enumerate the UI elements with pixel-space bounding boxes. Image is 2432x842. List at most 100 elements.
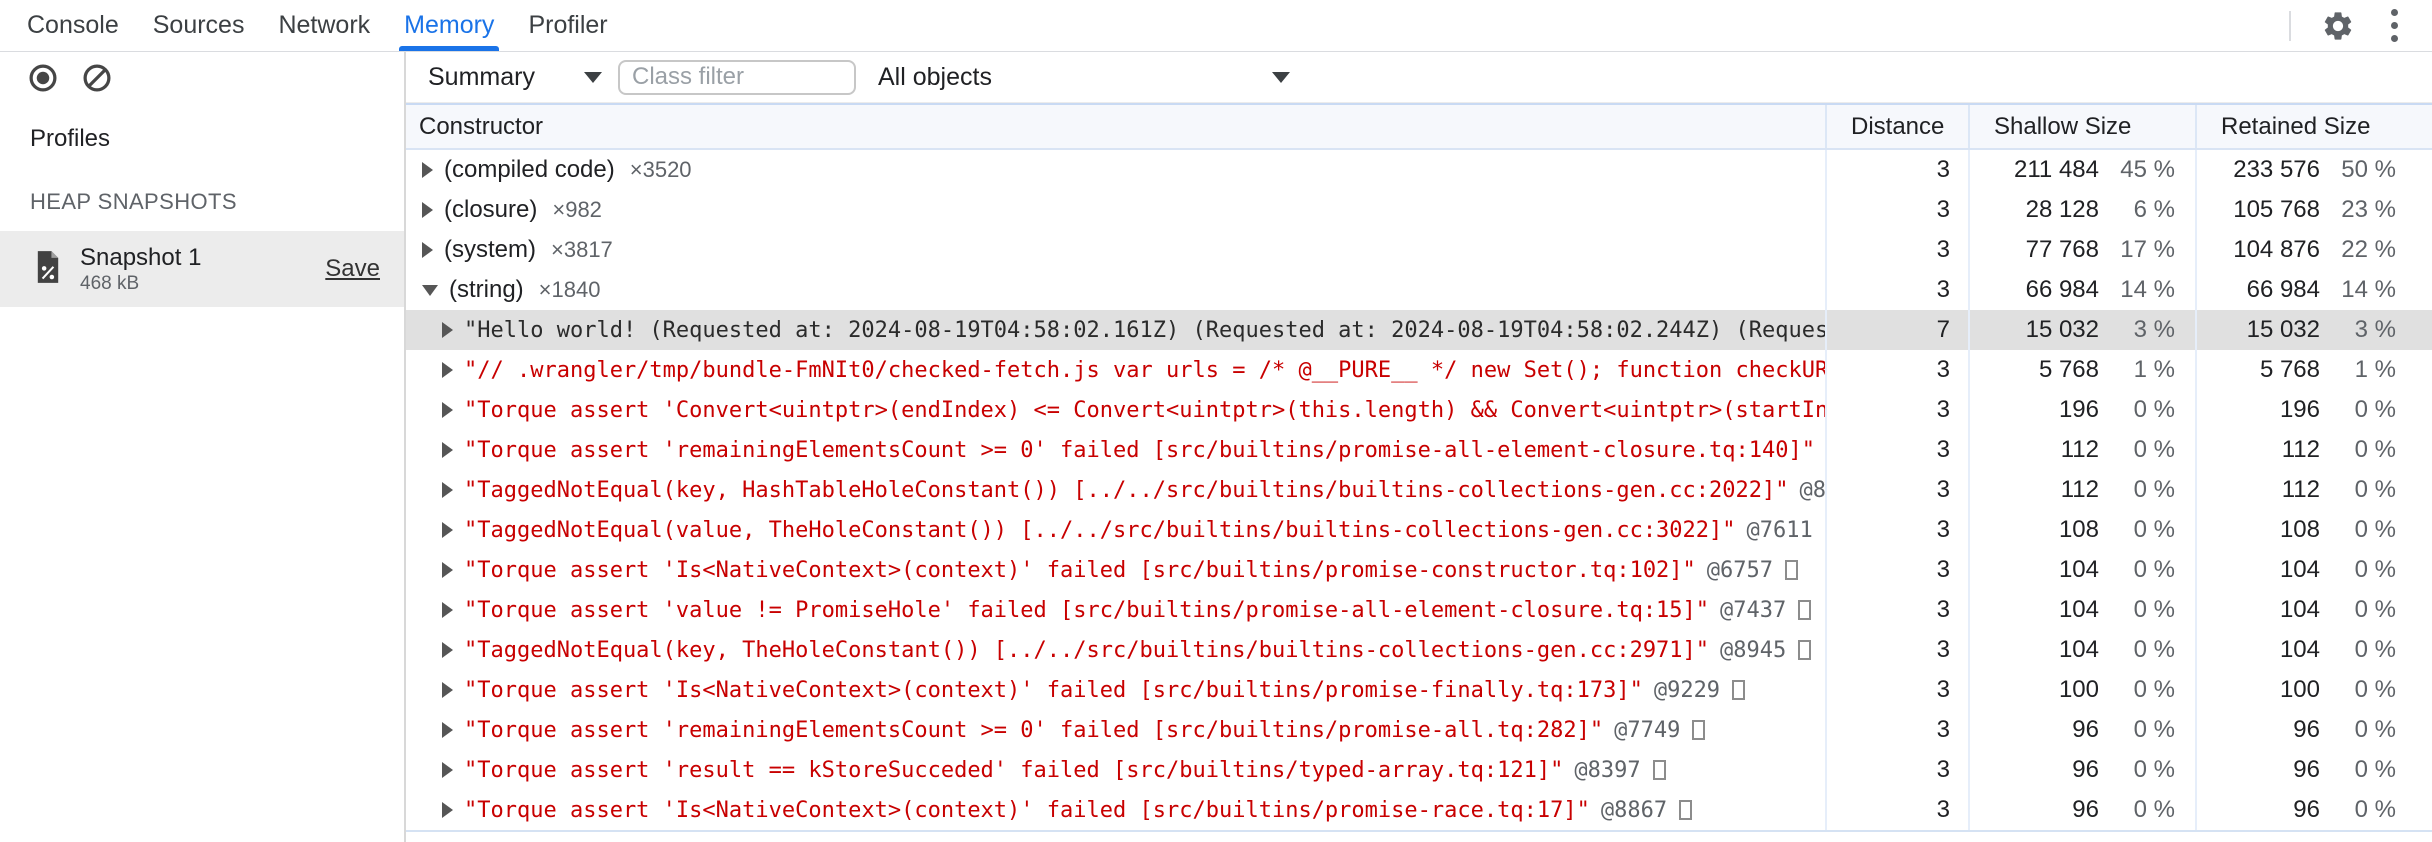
disclosure-triangle-icon[interactable] <box>442 442 453 458</box>
objects-scope-value: All objects <box>878 62 992 91</box>
disclosure-triangle-icon[interactable] <box>442 402 453 418</box>
object-preview-box-icon <box>1692 720 1706 740</box>
cell-retained-size: 96 0 % <box>2195 710 2432 750</box>
table-row[interactable]: "Torque assert 'Is<NativeContext>(contex… <box>406 790 2432 830</box>
constructor-cell: (compiled code) ×3520 <box>406 150 1825 190</box>
disclosure-triangle-icon[interactable] <box>442 602 453 618</box>
cell-retained-size: 15 032 3 % <box>2195 310 2432 350</box>
retained-value: 5 768 <box>2259 356 2320 383</box>
table-row[interactable]: "Torque assert 'Is<NativeContext>(contex… <box>406 670 2432 710</box>
table-row[interactable]: "Torque assert 'remainingElementsCount >… <box>406 430 2432 470</box>
retained-percent: 0 % <box>2354 716 2396 743</box>
table-row[interactable]: "Hello world! (Requested at: 2024-08-19T… <box>406 310 2432 350</box>
table-row[interactable]: (compiled code) ×3520 3 211 484 45 % 233… <box>406 150 2432 190</box>
table-row[interactable]: "Torque assert 'value != PromiseHole' fa… <box>406 590 2432 630</box>
retained-percent: 0 % <box>2354 756 2396 783</box>
class-filter-input[interactable] <box>618 59 856 95</box>
disclosure-triangle-icon[interactable] <box>442 522 453 538</box>
cell-shallow-size: 96 0 % <box>1968 710 2195 750</box>
row-count: ×3817 <box>551 237 613 262</box>
tab-profiler[interactable]: Profiler <box>511 0 624 51</box>
object-preview-box-icon <box>1652 760 1666 780</box>
cell-shallow-size: 5 768 1 % <box>1968 350 2195 390</box>
table-row[interactable]: "Torque assert 'Convert<uintptr>(endInde… <box>406 390 2432 430</box>
table-row[interactable]: (string) ×1840 3 66 984 14 % 66 984 14 % <box>406 270 2432 310</box>
tab-sources[interactable]: Sources <box>136 0 262 51</box>
shallow-value: 196 <box>2058 396 2099 423</box>
toolbar-divider <box>2289 10 2291 41</box>
retained-value: 15 032 <box>2246 316 2320 343</box>
cell-shallow-size: 96 0 % <box>1968 750 2195 790</box>
disclosure-triangle-icon[interactable] <box>442 722 453 738</box>
table-row[interactable]: "Torque assert 'Is<NativeContext>(contex… <box>406 550 2432 590</box>
disclosure-triangle-icon[interactable] <box>442 762 453 778</box>
disclosure-triangle-icon[interactable] <box>422 242 433 258</box>
disclosure-triangle-icon[interactable] <box>442 562 453 578</box>
record-heap-snapshot-icon[interactable] <box>28 63 58 93</box>
cell-distance: 3 <box>1825 750 1968 790</box>
cell-retained-size: 104 0 % <box>2195 550 2432 590</box>
row-label: "TaggedNotEqual(value, TheHoleConstant()… <box>464 517 1736 543</box>
constructor-cell: (string) ×1840 <box>406 270 1825 310</box>
disclosure-triangle-icon[interactable] <box>442 682 453 698</box>
settings-gear-icon[interactable] <box>2321 9 2355 43</box>
retained-percent: 0 % <box>2354 516 2396 543</box>
shallow-value: 100 <box>2058 676 2099 703</box>
disclosure-triangle-icon[interactable] <box>442 362 453 378</box>
disclosure-triangle-icon[interactable] <box>442 482 453 498</box>
column-header-retained-size[interactable]: Retained Size <box>2195 105 2432 148</box>
column-header-constructor[interactable]: Constructor <box>406 105 1825 148</box>
clear-profiles-icon[interactable] <box>82 63 112 93</box>
tab-network[interactable]: Network <box>261 0 387 51</box>
row-label: "Torque assert 'Is<NativeContext>(contex… <box>464 677 1643 703</box>
table-row[interactable]: (system) ×3817 3 77 768 17 % 104 876 22 … <box>406 230 2432 270</box>
disclosure-triangle-icon[interactable] <box>422 284 438 296</box>
cell-shallow-size: 77 768 17 % <box>1968 230 2195 270</box>
tab-label: Memory <box>404 11 495 39</box>
shallow-percent: 6 % <box>2133 196 2175 223</box>
retained-percent: 0 % <box>2354 596 2396 623</box>
column-header-distance[interactable]: Distance <box>1825 105 1968 148</box>
table-row[interactable]: "Torque assert 'remainingElementsCount >… <box>406 710 2432 750</box>
disclosure-triangle-icon[interactable] <box>442 322 453 338</box>
sidebar-item-snapshot-1[interactable]: Snapshot 1 468 kB Save <box>0 231 404 307</box>
shallow-value: 104 <box>2058 596 2099 623</box>
row-label: "Torque assert 'result == kStoreSucceded… <box>464 757 1564 783</box>
row-object-id: @8 <box>1799 477 1825 503</box>
tab-memory[interactable]: Memory <box>387 0 511 51</box>
objects-scope-select[interactable]: All objects <box>878 63 1290 92</box>
disclosure-triangle-icon[interactable] <box>422 202 433 218</box>
perspective-select-value: Summary <box>428 62 535 91</box>
table-row[interactable]: "Torque assert 'result == kStoreSucceded… <box>406 750 2432 790</box>
table-row[interactable]: "TaggedNotEqual(value, TheHoleConstant()… <box>406 510 2432 550</box>
table-row[interactable]: "TaggedNotEqual(key, HashTableHoleConsta… <box>406 470 2432 510</box>
constructor-cell: "TaggedNotEqual(value, TheHoleConstant()… <box>406 510 1825 550</box>
chevron-down-icon <box>1272 71 1290 83</box>
view-controls: Summary All objects <box>406 52 2432 103</box>
disclosure-triangle-icon[interactable] <box>442 642 453 658</box>
retained-value: 96 <box>2293 716 2320 743</box>
shallow-percent: 0 % <box>2133 596 2175 623</box>
perspective-select[interactable]: Summary <box>422 63 602 92</box>
row-label: "Torque assert 'remainingElementsCount >… <box>464 717 1604 743</box>
cell-distance: 3 <box>1825 550 1968 590</box>
shallow-value: 66 984 <box>2025 276 2099 303</box>
snapshot-save-link[interactable]: Save <box>325 255 380 283</box>
row-object-id: @8945 <box>1720 637 1787 663</box>
column-header-shallow-size[interactable]: Shallow Size <box>1968 105 2195 148</box>
tab-console[interactable]: Console <box>10 0 136 51</box>
table-row[interactable]: "// .wrangler/tmp/bundle-FmNIt0/checked-… <box>406 350 2432 390</box>
cell-distance: 3 <box>1825 510 1968 550</box>
more-options-kebab-icon[interactable] <box>2385 5 2404 46</box>
cell-retained-size: 104 0 % <box>2195 630 2432 670</box>
constructor-cell: "Torque assert 'Is<NativeContext>(contex… <box>406 790 1825 830</box>
disclosure-triangle-icon[interactable] <box>422 162 433 178</box>
constructor-cell: "Torque assert 'Convert<uintptr>(endInde… <box>406 390 1825 430</box>
disclosure-triangle-icon[interactable] <box>442 802 453 818</box>
table-row[interactable]: (closure) ×982 3 28 128 6 % 105 768 23 % <box>406 190 2432 230</box>
cell-retained-size: 5 768 1 % <box>2195 350 2432 390</box>
tab-label: Sources <box>152 11 245 39</box>
row-label: "// .wrangler/tmp/bundle-FmNIt0/checked-… <box>464 357 1825 383</box>
table-row[interactable]: "TaggedNotEqual(key, TheHoleConstant()) … <box>406 630 2432 670</box>
row-object-id: @6757 <box>1706 557 1774 583</box>
